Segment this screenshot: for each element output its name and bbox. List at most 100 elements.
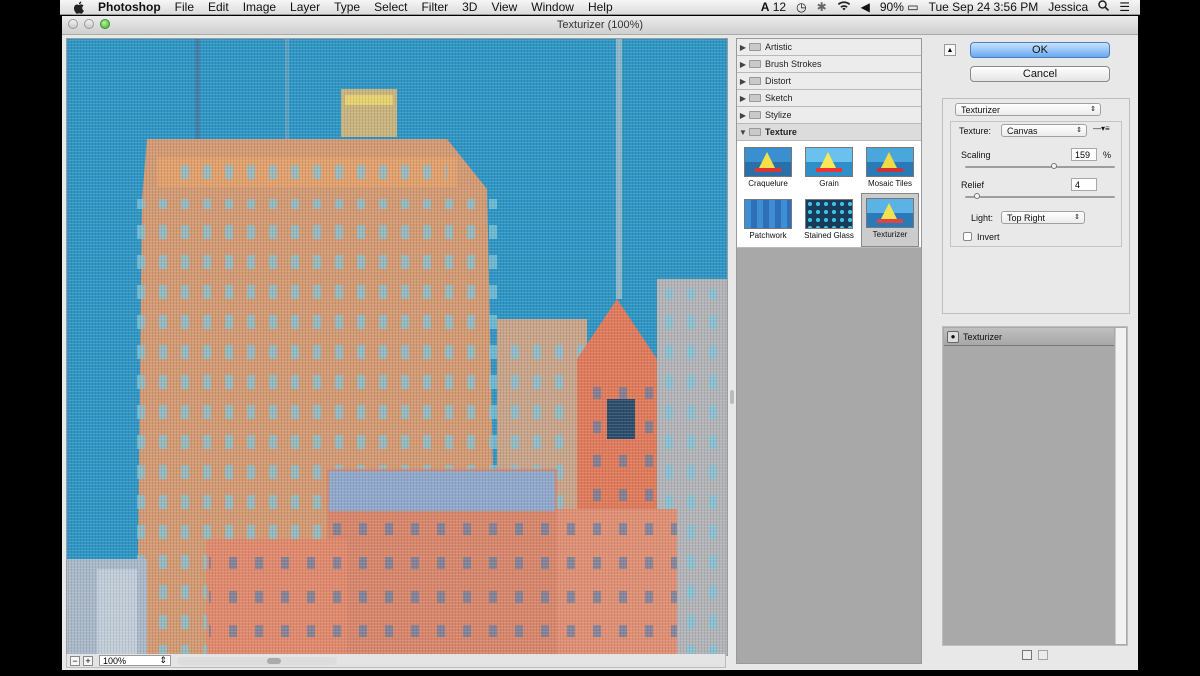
menu-view[interactable]: View xyxy=(491,0,517,14)
thumb-mosaic-tiles[interactable]: Mosaic Tiles xyxy=(861,143,919,193)
chevron-updown-icon: ⇕ xyxy=(1074,214,1080,221)
battery-percent: 90% xyxy=(879,0,904,14)
menu-3d[interactable]: 3D xyxy=(462,0,477,14)
preview-canvas[interactable] xyxy=(66,38,728,656)
menu-select[interactable]: Select xyxy=(374,0,407,14)
thumb-label: Texturizer xyxy=(872,230,908,239)
category-label: Brush Strokes xyxy=(765,59,822,69)
menu-help[interactable]: Help xyxy=(588,0,613,14)
menu-filter[interactable]: Filter xyxy=(421,0,448,14)
app-menu[interactable]: Photoshop xyxy=(98,0,161,14)
user-name[interactable]: Jessica xyxy=(1048,0,1088,14)
triangle-right-icon: ▶ xyxy=(739,42,747,52)
category-sketch[interactable]: ▶ Sketch xyxy=(737,90,921,107)
spotlight-icon[interactable] xyxy=(1098,0,1110,14)
horizontal-scrollbar[interactable] xyxy=(177,656,337,665)
thumb-craquelure[interactable]: Craquelure xyxy=(739,143,797,193)
thumb-image xyxy=(805,199,853,229)
new-effect-layer-icon[interactable] xyxy=(1022,650,1032,660)
invert-checkbox[interactable] xyxy=(963,232,972,241)
battery-status[interactable]: 90% ▭ xyxy=(880,0,919,14)
time-machine-icon[interactable]: ◷ xyxy=(796,0,806,14)
texturizer-window: Texturizer (100%) − + 100% ⇕ ▶ Artistic … xyxy=(62,16,1138,670)
title-bar: Texturizer (100%) xyxy=(62,16,1138,35)
light-select[interactable]: Top Right ⇕ xyxy=(1001,211,1085,224)
relief-input[interactable]: 4 xyxy=(1071,178,1097,191)
zoom-button[interactable] xyxy=(100,19,110,29)
scaling-label: Scaling xyxy=(961,150,991,160)
chevron-updown-icon: ⇕ xyxy=(1090,106,1096,113)
collapse-gallery-button[interactable]: ▲ xyxy=(944,44,956,56)
filter-select-value: Texturizer xyxy=(961,105,1001,115)
triangle-right-icon: ▶ xyxy=(739,110,747,120)
thumb-label: Stained Glass xyxy=(804,231,854,240)
close-button[interactable] xyxy=(68,19,78,29)
thumb-image xyxy=(744,199,792,229)
thumb-image xyxy=(866,198,914,228)
panel-divider-grip[interactable] xyxy=(730,390,734,404)
thumb-stained-glass[interactable]: Stained Glass xyxy=(800,195,858,245)
thumb-label: Craquelure xyxy=(748,179,788,188)
scaling-unit: % xyxy=(1103,150,1112,160)
ok-button[interactable]: OK xyxy=(970,42,1110,58)
folder-icon xyxy=(749,43,761,51)
volume-icon[interactable]: ◀ xyxy=(861,0,870,14)
category-artistic[interactable]: ▶ Artistic xyxy=(737,39,921,56)
cancel-button[interactable]: Cancel xyxy=(970,66,1110,82)
menu-layer[interactable]: Layer xyxy=(290,0,320,14)
category-brush-strokes[interactable]: ▶ Brush Strokes xyxy=(737,56,921,73)
wifi-icon[interactable] xyxy=(837,0,851,14)
texture-select[interactable]: Canvas ⇕ xyxy=(1001,124,1087,137)
relief-slider[interactable] xyxy=(965,196,1115,198)
thumb-label: Grain xyxy=(819,179,839,188)
zoom-select[interactable]: 100% ⇕ xyxy=(99,655,171,666)
menu-file[interactable]: File xyxy=(175,0,194,14)
category-distort[interactable]: ▶ Distort xyxy=(737,73,921,90)
effect-layers-panel: ● Texturizer xyxy=(942,326,1128,646)
scaling-slider[interactable] xyxy=(965,166,1115,168)
bluetooth-icon[interactable]: ✱ xyxy=(817,0,827,14)
folder-icon xyxy=(749,77,761,85)
window-controls xyxy=(68,19,110,29)
thumb-texturizer[interactable]: Texturizer xyxy=(861,193,919,247)
thumb-grain[interactable]: Grain xyxy=(800,143,858,193)
texture-select-value: Canvas xyxy=(1007,126,1038,136)
texturizer-options: Texture: Canvas ⇕ —▾≡ Scaling 159 % Reli… xyxy=(950,121,1122,247)
relief-label: Relief xyxy=(961,180,985,190)
scaling-input[interactable]: 159 xyxy=(1071,148,1097,161)
eye-icon[interactable]: ● xyxy=(947,330,959,343)
category-texture[interactable]: ▼ Texture xyxy=(737,124,921,141)
apple-icon[interactable] xyxy=(72,0,86,15)
chevron-updown-icon: ⇕ xyxy=(1076,127,1082,134)
menu-type[interactable]: Type xyxy=(334,0,360,14)
thumb-image xyxy=(805,147,853,177)
trash-icon[interactable] xyxy=(1038,650,1048,660)
folder-icon xyxy=(749,128,761,136)
folder-icon xyxy=(749,60,761,68)
category-label: Distort xyxy=(765,76,792,86)
status-area: A 12 ◷ ✱ ◀ 90% ▭ Tue Sep 24 3:56 PM Jess… xyxy=(761,0,1140,14)
zoom-in-button[interactable]: + xyxy=(83,655,93,666)
category-label: Artistic xyxy=(765,42,792,52)
scaling-slider-knob[interactable] xyxy=(1050,163,1057,169)
adobe-status[interactable]: A 12 xyxy=(761,0,786,14)
chevron-updown-icon: ⇕ xyxy=(159,655,167,665)
relief-slider-knob[interactable] xyxy=(974,193,980,199)
zoom-value: 100% xyxy=(103,655,127,666)
triangle-right-icon: ▶ xyxy=(739,93,747,103)
thumb-patchwork[interactable]: Patchwork xyxy=(739,195,797,245)
scroll-thumb[interactable] xyxy=(267,657,281,664)
minimize-button[interactable] xyxy=(84,19,94,29)
triangle-right-icon: ▶ xyxy=(739,76,747,86)
vertical-scrollbar[interactable] xyxy=(1115,328,1126,644)
menu-edit[interactable]: Edit xyxy=(208,0,229,14)
category-stylize[interactable]: ▶ Stylize xyxy=(737,107,921,124)
texture-menu-icon[interactable]: —▾≡ xyxy=(1093,124,1110,133)
filter-select[interactable]: Texturizer ⇕ xyxy=(955,103,1101,116)
effect-layer-row[interactable]: ● Texturizer xyxy=(944,328,1114,346)
notification-center-icon[interactable]: ☰ xyxy=(1119,0,1130,14)
clock[interactable]: Tue Sep 24 3:56 PM xyxy=(929,0,1039,14)
menu-image[interactable]: Image xyxy=(243,0,276,14)
zoom-out-button[interactable]: − xyxy=(70,655,80,666)
menu-window[interactable]: Window xyxy=(531,0,574,14)
